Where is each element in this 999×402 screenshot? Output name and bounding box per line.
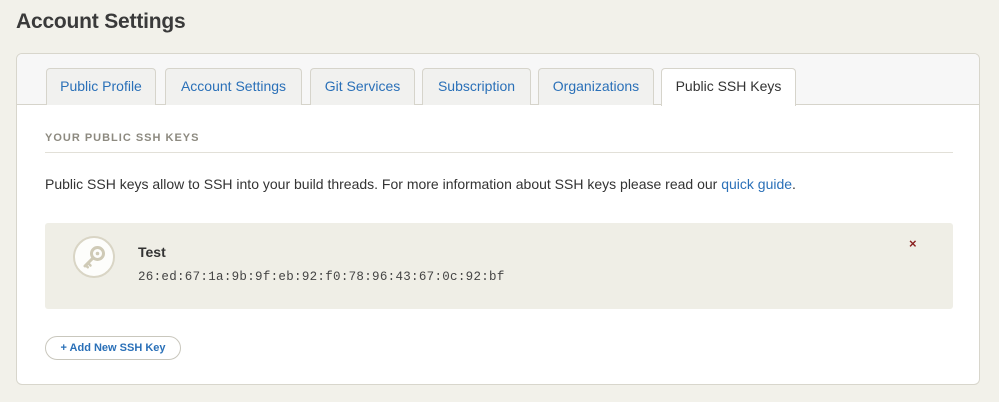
- key-icon: [73, 236, 115, 278]
- delete-key-icon[interactable]: ×: [909, 237, 917, 251]
- ssh-key-item: Test 26:ed:67:1a:9b:9f:eb:92:f0:78:96:43…: [45, 223, 953, 309]
- ssh-key-fingerprint: 26:ed:67:1a:9b:9f:eb:92:f0:78:96:43:67:0…: [138, 270, 505, 284]
- tab-bar: Public Profile Account Settings Git Serv…: [17, 54, 979, 106]
- quick-guide-link[interactable]: quick guide: [721, 176, 792, 192]
- tab-public-ssh-keys[interactable]: Public SSH Keys: [661, 68, 796, 106]
- page-title: Account Settings: [16, 10, 186, 33]
- tab-subscription[interactable]: Subscription: [422, 68, 531, 105]
- settings-panel: Public Profile Account Settings Git Serv…: [16, 53, 980, 385]
- description-text: Public SSH keys allow to SSH into your b…: [45, 176, 722, 192]
- tab-account-settings[interactable]: Account Settings: [165, 68, 302, 105]
- ssh-key-name: Test: [138, 244, 166, 260]
- add-ssh-key-button[interactable]: + Add New SSH Key: [45, 336, 181, 360]
- tab-git-services[interactable]: Git Services: [310, 68, 415, 105]
- tab-public-profile[interactable]: Public Profile: [46, 68, 156, 105]
- section-divider: [45, 152, 953, 153]
- ssh-description: Public SSH keys allow to SSH into your b…: [45, 176, 796, 192]
- tab-organizations[interactable]: Organizations: [538, 68, 654, 105]
- description-suffix: .: [792, 176, 796, 192]
- section-heading: YOUR PUBLIC SSH KEYS: [45, 132, 200, 144]
